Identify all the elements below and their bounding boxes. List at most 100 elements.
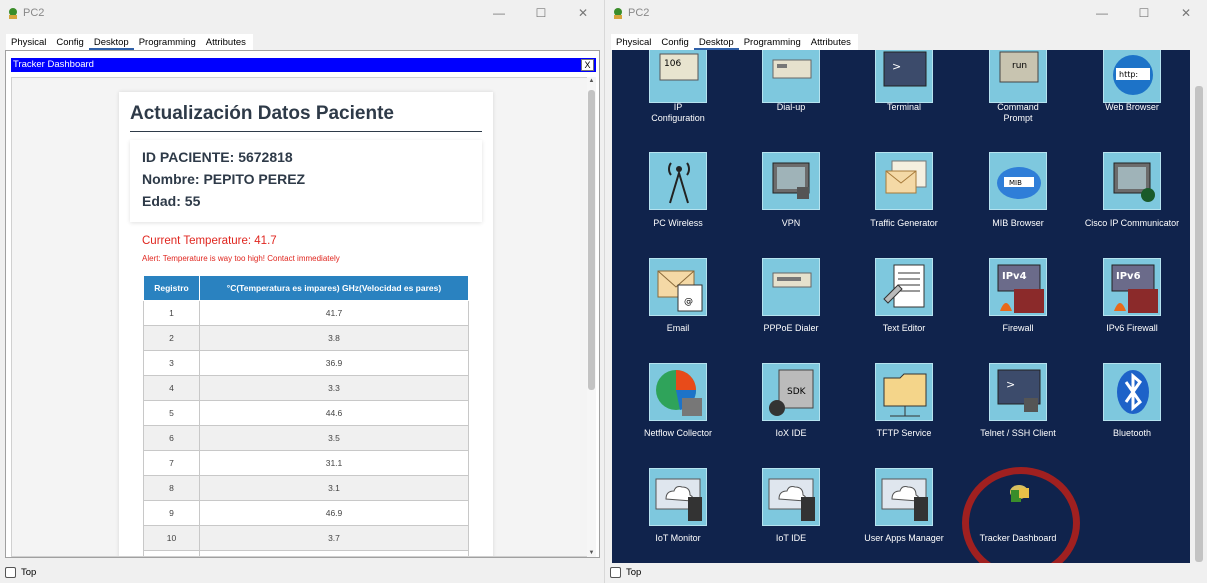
tab-desktop[interactable]: Desktop [693, 34, 739, 50]
app-label: Traffic Generator [870, 218, 938, 228]
patient-info-box: ID PACIENTE: 5672818 Nombre: PEPITO PERE… [130, 140, 482, 222]
pppoe-dialer-icon[interactable] [762, 258, 820, 316]
pc-wireless-icon[interactable] [649, 152, 707, 210]
dashboard-scrollbar[interactable]: ▲ ▼ [587, 77, 596, 557]
svg-text:106: 106 [664, 59, 681, 69]
vpn-icon[interactable] [762, 152, 820, 210]
netflow-collector-icon[interactable] [649, 363, 707, 421]
firewall-icon[interactable]: IPv4 [989, 258, 1047, 316]
telnet-ssh-client-icon[interactable]: > [989, 363, 1047, 421]
tab-physical[interactable]: Physical [6, 34, 51, 50]
patient-age: Edad: 55 [142, 193, 201, 209]
tab-config[interactable]: Config [51, 34, 88, 50]
iox-ide-icon[interactable]: SDK [762, 363, 820, 421]
tab-config[interactable]: Config [656, 34, 693, 50]
app-label: PPPoE Dialer [763, 323, 819, 333]
svg-text:MIB: MIB [1009, 179, 1022, 187]
desktop-panel: Tracker Dashboard X Actualización Datos … [5, 50, 600, 558]
tab-bar: Physical Config Desktop Programming Attr… [611, 34, 858, 50]
measure-cell: 3.8 [199, 325, 469, 351]
table-row: 2 3.8 [143, 325, 469, 351]
registro-cell: 6 [143, 425, 200, 451]
ipv6-firewall-icon[interactable]: IPv6 [1103, 258, 1161, 316]
cisco-ip-communicator-icon[interactable] [1103, 152, 1161, 210]
tab-bar: Physical Config Desktop Programming Attr… [6, 34, 253, 50]
top-checkbox[interactable] [610, 567, 621, 578]
scrollbar-thumb[interactable] [1195, 86, 1203, 562]
tab-programming[interactable]: Programming [739, 34, 806, 50]
app-label: Email [666, 323, 690, 333]
table-row: 7 31.1 [143, 450, 469, 476]
registro-cell: 3 [143, 350, 200, 376]
tracker-dashboard-icon[interactable] [989, 468, 1047, 526]
measure-cell: 3.7 [199, 525, 469, 551]
measure-cell: 36.9 [199, 350, 469, 376]
app-label: Command Prompt [997, 102, 1039, 123]
scroll-up-icon[interactable]: ▲ [587, 78, 596, 84]
close-button[interactable]: ✕ [562, 0, 604, 26]
app-label: Bluetooth [1112, 428, 1152, 438]
registro-cell: 1 [143, 300, 200, 326]
table-row: 5 44.6 [143, 400, 469, 426]
tab-programming[interactable]: Programming [134, 34, 201, 50]
maximize-button[interactable]: ☐ [520, 0, 562, 26]
app-label: IPv6 Firewall [1106, 323, 1158, 333]
svg-text:http:: http: [1119, 70, 1138, 79]
app-label: Dial-up [776, 102, 806, 112]
tab-attributes[interactable]: Attributes [201, 34, 251, 50]
scroll-down-icon[interactable]: ▼ [587, 550, 596, 556]
iot-ide-icon[interactable] [762, 468, 820, 526]
desktop-apps-grid: 106 IP Configuration Dial-up > Terminal run Co… [612, 50, 1190, 563]
patient-id: ID PACIENTE: 5672818 [142, 149, 293, 165]
app-label: Firewall [1002, 323, 1034, 333]
table-row: 1 41.7 [143, 300, 469, 326]
bluetooth-icon[interactable] [1103, 363, 1161, 421]
mib-browser-icon[interactable]: MIB [989, 152, 1047, 210]
left-window: PC2 — ☐ ✕ Physical Config Desktop Progra… [0, 0, 604, 583]
top-checkbox[interactable] [5, 567, 16, 578]
command-prompt-icon[interactable]: run [989, 50, 1047, 103]
user-apps-manager-icon[interactable] [875, 468, 933, 526]
email-icon[interactable]: @ [649, 258, 707, 316]
minimize-button[interactable]: — [478, 0, 520, 26]
tab-physical[interactable]: Physical [611, 34, 656, 50]
iot-monitor-icon[interactable] [649, 468, 707, 526]
registro-cell: 7 [143, 450, 200, 476]
tab-attributes[interactable]: Attributes [806, 34, 856, 50]
svg-text:IPv6: IPv6 [1116, 271, 1141, 282]
header-registro: Registro [143, 275, 200, 301]
patient-name: Nombre: PEPITO PEREZ [142, 171, 306, 187]
current-temperature: Current Temperature: 41.7 [142, 235, 277, 247]
ip-configuration-icon[interactable]: 106 [649, 50, 707, 103]
app-label: Netflow Collector [643, 428, 713, 438]
inner-close-button[interactable]: X [581, 59, 594, 71]
dial-up-icon[interactable] [762, 50, 820, 103]
tftp-service-icon[interactable] [875, 363, 933, 421]
close-button[interactable]: ✕ [1165, 0, 1207, 26]
desktop-scrollbar[interactable] [1194, 50, 1204, 563]
app-label: Web Browser [1105, 102, 1159, 112]
traffic-generator-icon[interactable] [875, 152, 933, 210]
dashboard-viewport[interactable]: Actualización Datos Paciente ID PACIENTE… [11, 77, 588, 557]
bottom-bar: Top [605, 562, 1207, 583]
scrollbar-thumb[interactable] [588, 90, 595, 390]
svg-text:run: run [1012, 61, 1027, 71]
terminal-icon[interactable]: > [875, 50, 933, 103]
bottom-bar: Top [0, 562, 604, 583]
measure-cell: 31.1 [199, 450, 469, 476]
text-editor-icon[interactable] [875, 258, 933, 316]
app-label: IoX IDE [775, 428, 807, 438]
header-measure: °C(Temperatura es impares) GHz(Velocidad… [199, 275, 469, 301]
app-logo-icon [611, 6, 625, 20]
records-table: Registro °C(Temperatura es impares) GHz(… [143, 275, 469, 556]
maximize-button[interactable]: ☐ [1123, 0, 1165, 26]
tab-desktop[interactable]: Desktop [88, 34, 134, 50]
minimize-button[interactable]: — [1081, 0, 1123, 26]
web-browser-icon[interactable]: http: [1103, 50, 1161, 103]
measure-cell: 44.6 [199, 400, 469, 426]
svg-text:SDK: SDK [787, 387, 807, 397]
table-row: 8 3.1 [143, 475, 469, 501]
app-label: IoT IDE [775, 533, 807, 543]
measure-cell: 41.7 [199, 300, 469, 326]
app-label: IP Configuration [651, 102, 705, 123]
